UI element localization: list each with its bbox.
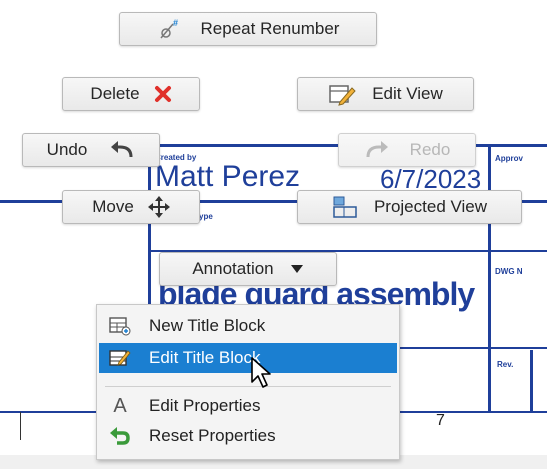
edit-view-icon xyxy=(328,82,356,106)
tb-line xyxy=(20,412,21,440)
redo-arrow-icon xyxy=(364,140,390,160)
edit-title-block-icon xyxy=(105,348,135,368)
sheet-number: 7 xyxy=(436,412,445,429)
undo-arrow-icon xyxy=(109,140,135,160)
redo-button[interactable]: Redo xyxy=(338,133,476,167)
menu-item-label: Reset Properties xyxy=(149,426,276,445)
new-title-block-icon xyxy=(105,316,135,336)
menu-item-edit-title-block[interactable]: Edit Title Block xyxy=(99,343,397,373)
move-button[interactable]: Move xyxy=(62,190,200,224)
dwg-label: DWG N xyxy=(495,267,523,276)
projected-view-button[interactable]: Projected View xyxy=(297,190,522,224)
menu-item-label: Edit Title Block xyxy=(149,348,261,367)
chevron-down-icon xyxy=(290,264,304,274)
move-arrows-icon xyxy=(147,196,170,218)
context-menu: New Title Block Edit Title Block A Edit … xyxy=(96,304,400,460)
approved-label: Approv xyxy=(495,154,523,163)
created-by-value: Matt Perez xyxy=(155,160,301,193)
menu-item-edit-properties[interactable]: A Edit Properties xyxy=(99,391,397,421)
projected-view-icon xyxy=(332,195,358,219)
undo-label: Undo xyxy=(46,140,88,159)
svg-text:#: # xyxy=(173,18,178,28)
repeat-renumber-button[interactable]: # Repeat Renumber xyxy=(119,12,377,46)
delete-button[interactable]: Delete xyxy=(62,77,200,111)
menu-item-reset-properties[interactable]: Reset Properties xyxy=(99,421,397,451)
projected-view-label: Projected View xyxy=(373,197,488,216)
menu-item-label: New Title Block xyxy=(149,316,266,335)
renumber-icon: # xyxy=(157,16,183,42)
annotation-label: Annotation xyxy=(192,259,274,278)
rev-label: Rev. xyxy=(497,360,514,369)
menu-separator xyxy=(105,386,391,387)
red-x-icon xyxy=(154,85,172,103)
menu-item-label: Edit Properties xyxy=(149,396,261,415)
edit-view-label: Edit View xyxy=(372,84,443,103)
mouse-cursor-icon xyxy=(250,356,274,395)
reset-arrow-icon xyxy=(105,425,135,447)
repeat-renumber-label: Repeat Renumber xyxy=(200,19,340,38)
annotation-dropdown-button[interactable]: Annotation xyxy=(159,252,337,286)
move-label: Move xyxy=(92,197,134,216)
letter-a-icon: A xyxy=(113,394,127,417)
redo-label: Redo xyxy=(409,140,451,159)
menu-item-new-title-block[interactable]: New Title Block xyxy=(99,311,397,341)
tb-line xyxy=(530,350,533,413)
tb-line xyxy=(488,144,491,413)
undo-button[interactable]: Undo xyxy=(22,133,160,167)
tb-line xyxy=(396,347,547,349)
edit-view-button[interactable]: Edit View xyxy=(297,77,474,111)
delete-label: Delete xyxy=(90,84,140,103)
